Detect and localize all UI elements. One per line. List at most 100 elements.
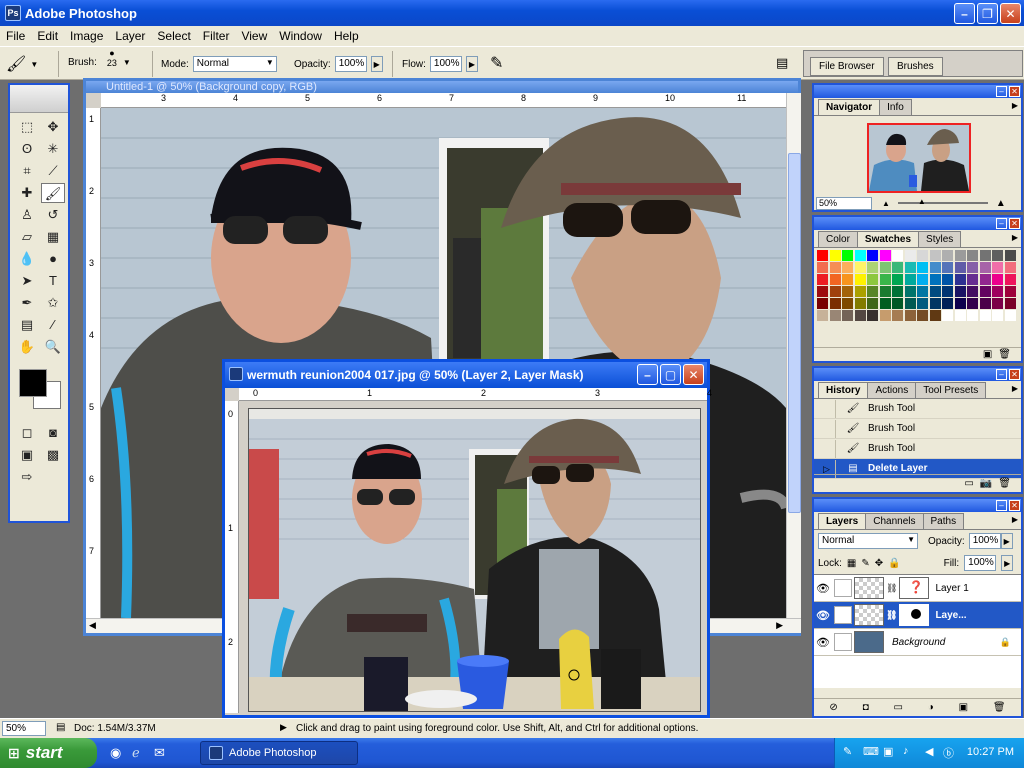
eye-icon[interactable]: 👁 (814, 582, 832, 595)
panel-close-icon[interactable]: ✕ (1009, 218, 1020, 229)
swatch-cell[interactable] (879, 286, 891, 297)
marquee-tool-icon[interactable]: ⬚ (15, 117, 39, 137)
swatch-cell[interactable] (967, 310, 978, 321)
swatch-cell[interactable] (1004, 298, 1016, 309)
swatch-cell[interactable] (954, 262, 966, 273)
swatch-cell[interactable] (967, 286, 978, 297)
pen-tool-icon[interactable]: ✒ (15, 293, 39, 313)
layer-opacity-input[interactable]: 100% (968, 533, 1001, 549)
move-tool-icon[interactable]: ✥ (41, 117, 65, 137)
layer-mask-thumbnail[interactable] (899, 604, 930, 626)
eyedropper-tool-icon[interactable]: ⁄ (41, 315, 65, 335)
tray-keyboard-icon[interactable]: ⌨ (863, 745, 879, 758)
swatch-cell[interactable] (829, 286, 841, 297)
hand-tool-icon[interactable]: ✋ (15, 337, 39, 357)
palette-menu-icon[interactable]: ▤ (776, 55, 788, 71)
swatch-cell[interactable] (1004, 262, 1016, 273)
swatch-cell[interactable] (929, 262, 941, 273)
swatch-cell[interactable] (1004, 286, 1016, 297)
crop-tool-icon[interactable]: ⌗ (15, 161, 39, 181)
tab-styles[interactable]: Styles (918, 231, 962, 247)
fill-input[interactable]: 100% (964, 555, 997, 571)
airbrush-icon[interactable]: ✎ (490, 53, 503, 73)
swatch-cell[interactable] (954, 310, 966, 321)
swatch-cell[interactable] (879, 274, 891, 285)
brush-picker[interactable]: ● 23 (107, 48, 117, 68)
swatch-cell[interactable] (892, 274, 903, 285)
history-state[interactable]: 🖌 Brush Tool (814, 439, 1021, 459)
tab-tool-presets[interactable]: Tool Presets (915, 382, 987, 398)
lock-transparency-icon[interactable]: ▦ (847, 558, 856, 569)
swatch-cell[interactable] (979, 250, 991, 261)
opacity-input[interactable]: 100% (334, 56, 367, 72)
swatch-cell[interactable] (842, 274, 853, 285)
tab-history[interactable]: History (818, 382, 869, 398)
brush-tool-icon[interactable]: 🖌 (41, 183, 65, 203)
swatch-cell[interactable] (979, 262, 991, 273)
zoom-slider-thumb[interactable]: ▲ (918, 197, 926, 206)
type-tool-icon[interactable]: T (41, 271, 65, 291)
doc-minimize-button[interactable]: – (637, 364, 658, 385)
layer-link-box[interactable] (834, 579, 852, 597)
swatch-cell[interactable] (917, 298, 928, 309)
swatch-cell[interactable] (829, 274, 841, 285)
zoom-in-icon[interactable]: ▲ (996, 198, 1006, 209)
tray-back-icon[interactable]: ◀ (925, 745, 933, 758)
swatch-cell[interactable] (879, 262, 891, 273)
swatch-cell[interactable] (929, 250, 941, 261)
status-zoom-input[interactable]: 50% (2, 721, 46, 736)
menu-view[interactable]: View (235, 29, 273, 43)
swatch-cell[interactable] (967, 274, 978, 285)
swatch-cell[interactable] (867, 274, 878, 285)
swatch-cell[interactable] (829, 310, 841, 321)
layer-row-selected[interactable]: 👁 ⛓ Laye... (814, 602, 1021, 629)
swatch-cell[interactable] (942, 250, 953, 261)
swatch-cell[interactable] (892, 310, 903, 321)
swatch-cell[interactable] (867, 250, 878, 261)
lock-all-icon[interactable]: 🔒 (888, 558, 900, 569)
notes-tool-icon[interactable]: ▤ (15, 315, 39, 335)
trash-icon[interactable]: 🗑 (998, 349, 1011, 360)
start-button[interactable]: ⊞ start (0, 738, 97, 768)
swatch-cell[interactable] (867, 310, 878, 321)
swatch-cell[interactable] (829, 298, 841, 309)
panel-menu-icon[interactable]: ▶ (1012, 515, 1018, 524)
swatch-cell[interactable] (942, 262, 953, 273)
zoom-slider[interactable]: ▲ (897, 197, 988, 206)
swatch-cell[interactable] (879, 250, 891, 261)
layer-row[interactable]: 👁 Background 🔒 (814, 629, 1021, 656)
swatch-cell[interactable] (842, 298, 853, 309)
swatch-cell[interactable] (817, 262, 828, 273)
camera-snapshot-icon[interactable]: 📷 (980, 478, 992, 489)
history-state[interactable]: 🖌 Brush Tool (814, 419, 1021, 439)
panel-titlebar[interactable]: – ✕ (814, 217, 1021, 230)
panel-minimize-icon[interactable]: – (996, 218, 1007, 229)
toolbox-header[interactable] (10, 85, 68, 113)
zoom-out-icon[interactable]: ▲ (882, 199, 890, 208)
swatch-cell[interactable] (879, 310, 891, 321)
restore-button[interactable]: ❐ (977, 3, 998, 24)
tray-info-icon[interactable]: ⓑ (943, 745, 954, 761)
tool-preset-picker[interactable]: 🖌 ▼ (6, 54, 38, 74)
menu-window[interactable]: Window (273, 29, 328, 43)
swatch-cell[interactable] (904, 310, 916, 321)
swatch-cell[interactable] (904, 262, 916, 273)
swatch-cell[interactable] (917, 274, 928, 285)
layer-mask-thumbnail[interactable]: ❓ (899, 577, 930, 599)
quick-mask-mode-icon[interactable]: ◙ (41, 423, 65, 443)
swatch-cell[interactable] (904, 250, 916, 261)
tab-color[interactable]: Color (818, 231, 858, 247)
swatch-cell[interactable] (842, 250, 853, 261)
swatch-cell[interactable] (917, 250, 928, 261)
swatch-cell[interactable] (854, 298, 866, 309)
swatch-cell[interactable] (929, 298, 941, 309)
swatch-cell[interactable] (817, 250, 828, 261)
panel-minimize-icon[interactable]: – (996, 369, 1007, 380)
swatch-cell[interactable] (917, 262, 928, 273)
tab-file-browser[interactable]: File Browser (810, 57, 884, 76)
swatch-cell[interactable] (979, 310, 991, 321)
tab-layers[interactable]: Layers (818, 513, 867, 529)
swatch-cell[interactable] (854, 310, 866, 321)
magic-wand-tool-icon[interactable]: ✳ (41, 139, 65, 159)
history-state[interactable]: 🖌 Brush Tool (814, 399, 1021, 419)
